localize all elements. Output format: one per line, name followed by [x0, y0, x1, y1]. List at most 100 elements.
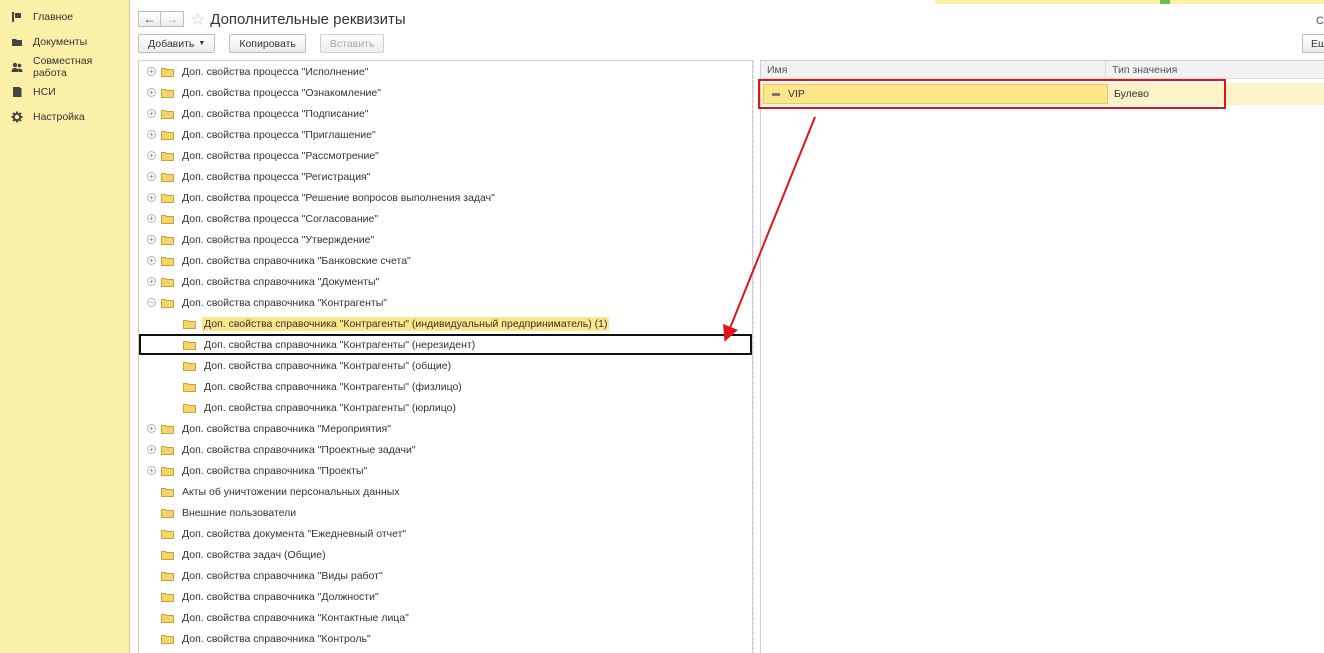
expand-icon[interactable]: + [147, 424, 156, 433]
column-header-name[interactable]: Имя [761, 61, 1106, 78]
folder-icon [161, 487, 174, 497]
expand-icon[interactable]: + [147, 130, 156, 139]
sidebar-item-documents[interactable]: Документы [0, 29, 129, 54]
folder-icon [183, 361, 196, 371]
folder-icon [161, 67, 174, 77]
tree-row[interactable]: + Доп. свойства справочника "Банковские с… [139, 250, 752, 271]
tree-row[interactable]: Акты об уничтожении персональных данных [139, 481, 752, 502]
tree-row-label: Доп. свойства справочника "Контрагенты" … [202, 316, 610, 331]
column-header-type[interactable]: Тип значения [1106, 64, 1177, 76]
header-right-partial[interactable]: С [1316, 15, 1324, 27]
folder-icon [161, 592, 174, 602]
tree-row[interactable]: + Доп. свойства справочника "Проекты" [139, 460, 752, 481]
collapse-icon[interactable]: − [147, 298, 156, 307]
tree-row[interactable]: Доп. свойства задач (Общие) [139, 544, 752, 565]
tree-row-label: Доп. свойства справочника "Проектные зад… [182, 443, 416, 456]
annotation-red-box [758, 79, 1226, 109]
expand-icon[interactable]: + [147, 172, 156, 181]
flag-icon [11, 11, 23, 23]
paste-button[interactable]: Вставить [319, 34, 385, 53]
tree-row[interactable]: + Доп. свойства справочника "Мероприятия" [139, 418, 752, 439]
tree-row[interactable]: Доп. свойства справочника "Контрагенты" … [139, 376, 752, 397]
tree-row[interactable]: + Доп. свойства процесса "Подписание" [139, 103, 752, 124]
tree-row[interactable]: + Доп. свойства процесса "Утверждение" [139, 229, 752, 250]
back-button[interactable]: ← [138, 11, 161, 27]
tree-row[interactable]: Доп. свойства справочника "Контрагенты" … [139, 397, 752, 418]
folder-icon [161, 508, 174, 518]
sidebar-item-label: Совместная работа [33, 54, 93, 79]
gear-icon [11, 111, 23, 123]
tree-row[interactable]: Доп. свойства справочника "Контрагенты" … [139, 355, 752, 376]
page-title: Дополнительные реквизиты [210, 10, 406, 28]
tree-row[interactable]: Доп. свойства справочника "Должности" [139, 586, 752, 607]
groups-tree[interactable]: + Доп. свойства процесса "Исполнение" + Доп… [138, 60, 753, 653]
expand-icon[interactable]: + [147, 466, 156, 475]
tree-row-label: Доп. свойства процесса "Согласование" [182, 212, 379, 225]
tree-row[interactable]: + Доп. свойства справочника "Проектные за… [139, 439, 752, 460]
folder-icon [161, 277, 174, 287]
expand-icon[interactable]: + [147, 109, 156, 118]
expand-icon[interactable]: + [147, 256, 156, 265]
tree-row[interactable]: Доп. свойства справочника "Контактные ли… [139, 607, 752, 628]
folder-icon [183, 340, 196, 350]
forward-button[interactable]: → [161, 11, 184, 27]
tree-row[interactable]: Доп. свойства справочника "Контрагенты" … [139, 334, 752, 355]
grid-header: Имя Тип значения [761, 61, 1324, 79]
tree-row[interactable]: − Доп. свойства справочника "Контрагенты" [139, 292, 752, 313]
sidebar-item-label: Документы [33, 35, 88, 48]
expand-icon[interactable]: + [147, 235, 156, 244]
tree-row-label: Доп. свойства процесса "Утверждение" [182, 233, 375, 246]
folder-icon [161, 109, 174, 119]
tree-row-label: Доп. свойства справочника "Мероприятия" [182, 422, 391, 435]
tree-row[interactable]: Доп. свойства документа "Ежедневный отче… [139, 523, 752, 544]
tree-row-label: Доп. свойства задач (Общие) [182, 548, 326, 561]
expand-icon[interactable]: + [147, 277, 156, 286]
tree-row-label: Доп. свойства справочника "Банковские сч… [182, 254, 411, 267]
tree-row[interactable]: Доп. свойства справочника "Контроль" [139, 628, 752, 649]
more-button[interactable]: Ещ [1302, 34, 1324, 53]
tree-row-label: Доп. свойства процесса "Подписание" [182, 107, 369, 120]
tree-row[interactable]: Доп. свойства справочника "Контрагенты" … [139, 313, 752, 334]
tree-row[interactable]: + Доп. свойства справочника "Документы" [139, 271, 752, 292]
tree-row-label: Внешние пользователи [182, 506, 297, 519]
tree-row[interactable]: Доп. свойства справочника "Виды работ" [139, 565, 752, 586]
add-button[interactable]: Добавить ▼ [138, 34, 216, 53]
folder-icon [161, 193, 174, 203]
tree-row[interactable]: + Доп. свойства процесса "Ознакомление" [139, 82, 752, 103]
sidebar-item-settings[interactable]: Настройка [0, 104, 129, 129]
panel-splitter[interactable] [753, 60, 754, 653]
tree-row[interactable]: + Доп. свойства процесса "Исполнение" [139, 61, 752, 82]
tree-row[interactable]: + Доп. свойства процесса "Рассмотрение" [139, 145, 752, 166]
folder-icon [161, 550, 174, 560]
sidebar-item-label: Главное [33, 10, 74, 23]
tree-row[interactable]: + Доп. свойства процесса "Решение вопросо… [139, 187, 752, 208]
tree-row-label: Доп. свойства справочника "Виды работ" [182, 569, 383, 582]
sidebar-item-collaboration[interactable]: Совместная работа [0, 54, 129, 79]
tree-row-label: Доп. свойства процесса "Рассмотрение" [182, 149, 379, 162]
add-button-label: Добавить [148, 37, 195, 50]
folder-icon [161, 613, 174, 623]
chevron-down-icon: ▼ [198, 40, 206, 47]
folder-icon [161, 529, 174, 539]
expand-icon[interactable]: + [147, 88, 156, 97]
tree-row[interactable]: Внешние пользователи [139, 502, 752, 523]
star-icon[interactable]: ☆ [190, 11, 205, 28]
tree-row-label: Доп. свойства справочника "Контрагенты" [182, 296, 387, 309]
tree-row-label: Доп. свойства справочника "Контрагенты" … [204, 380, 462, 393]
copy-button[interactable]: Копировать [229, 34, 306, 53]
folder-icon [161, 634, 174, 644]
tree-row[interactable]: + Доп. свойства процесса "Приглашение" [139, 124, 752, 145]
sidebar-item-nsi[interactable]: НСИ [0, 79, 129, 104]
expand-icon[interactable]: + [147, 67, 156, 76]
expand-icon[interactable]: + [147, 151, 156, 160]
sidebar-item-main[interactable]: Главное [0, 4, 129, 29]
expand-icon[interactable]: + [147, 193, 156, 202]
tree-row[interactable]: + Доп. свойства процесса "Регистрация" [139, 166, 752, 187]
tree-row-label: Доп. свойства справочника "Контактные ли… [182, 611, 409, 624]
folder-icon [161, 256, 174, 266]
users-icon [11, 61, 23, 73]
expand-icon[interactable]: + [147, 214, 156, 223]
expand-icon[interactable]: + [147, 445, 156, 454]
tree-row[interactable]: + Доп. свойства процесса "Согласование" [139, 208, 752, 229]
properties-grid[interactable]: Имя Тип значения VIP Булево [760, 60, 1324, 653]
